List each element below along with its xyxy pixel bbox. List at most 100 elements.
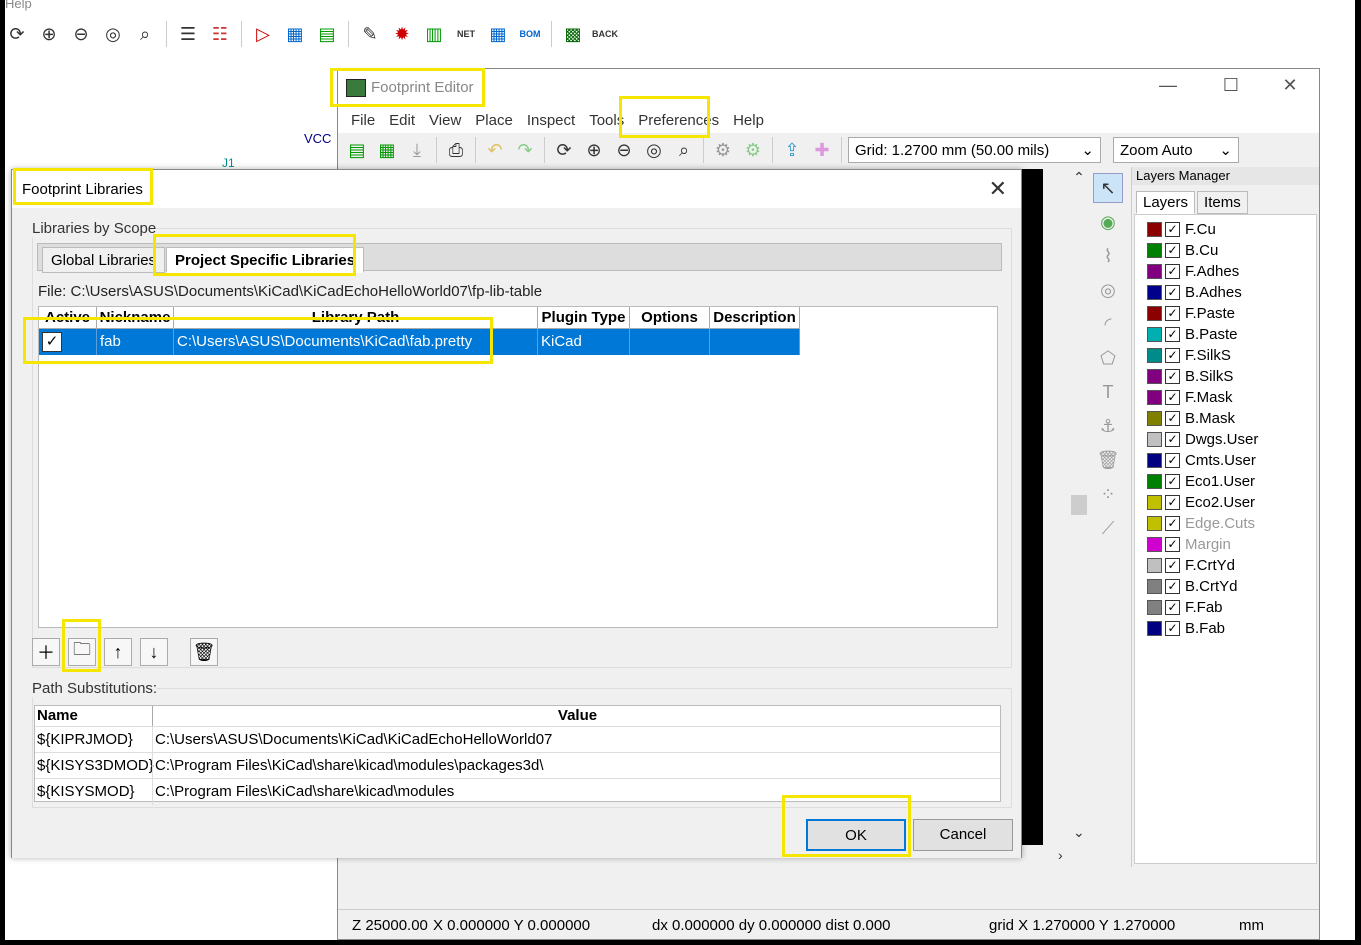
close-icon[interactable]: ✕	[1270, 75, 1310, 101]
menu-preferences[interactable]: Preferences	[631, 112, 726, 129]
menu-inspect[interactable]: Inspect	[520, 112, 582, 129]
sim-icon[interactable]: ▦	[282, 21, 308, 47]
add-line-icon[interactable]: ⌇	[1093, 241, 1123, 271]
layer-row[interactable]: ✓ Eco2.User	[1135, 492, 1316, 513]
add-pad-icon[interactable]: ◉	[1093, 207, 1123, 237]
menu-place[interactable]: Place	[468, 112, 520, 129]
library-table[interactable]: Active Nickname Library Path Plugin Type…	[38, 306, 998, 628]
scrollbar-thumb[interactable]	[1071, 495, 1087, 515]
table-row[interactable]: ${KISYSMOD} C:\Program Files\KiCad\share…	[35, 778, 1000, 805]
zoom-in-icon[interactable]: ⊕	[581, 137, 607, 163]
layer-color-swatch[interactable]	[1147, 579, 1162, 594]
layer-visibility-checkbox[interactable]: ✓	[1165, 369, 1180, 384]
delete-icon[interactable]: 🗑	[1093, 445, 1123, 475]
layer-row[interactable]: ✓ B.Adhes	[1135, 282, 1316, 303]
chevron-down-icon[interactable]: ⌄	[1073, 824, 1085, 841]
undo-icon[interactable]: ↶	[482, 137, 508, 163]
layer-visibility-checkbox[interactable]: ✓	[1165, 516, 1180, 531]
table-row-nickname[interactable]: fab	[97, 329, 174, 355]
layer-visibility-checkbox[interactable]: ✓	[1165, 243, 1180, 258]
layer-visibility-checkbox[interactable]: ✓	[1165, 327, 1180, 342]
zoom-out-icon[interactable]: ⊖	[68, 21, 94, 47]
active-checkbox[interactable]: ✓	[42, 332, 62, 352]
erc-icon[interactable]: ▷	[250, 21, 276, 47]
layer-visibility-checkbox[interactable]: ✓	[1165, 222, 1180, 237]
layer-row[interactable]: ✓ F.Paste	[1135, 303, 1316, 324]
layer-row[interactable]: ✓ B.Fab	[1135, 618, 1316, 639]
zoom-out-icon[interactable]: ⊖	[611, 137, 637, 163]
layer-visibility-checkbox[interactable]: ✓	[1165, 348, 1180, 363]
layer-color-swatch[interactable]	[1147, 243, 1162, 258]
table-row[interactable]: ${KIPRJMOD} C:\Users\ASUS\Documents\KiCa…	[35, 726, 1000, 753]
layer-color-swatch[interactable]	[1147, 306, 1162, 321]
layer-row[interactable]: ✓ Eco1.User	[1135, 471, 1316, 492]
layer-color-swatch[interactable]	[1147, 537, 1162, 552]
chevron-right-icon[interactable]: ›	[1058, 847, 1063, 863]
layer-row[interactable]: ✓ F.CrtYd	[1135, 555, 1316, 576]
layer-row[interactable]: ✓ F.Adhes	[1135, 261, 1316, 282]
layer-color-swatch[interactable]	[1147, 411, 1162, 426]
layer-visibility-checkbox[interactable]: ✓	[1165, 600, 1180, 615]
footprint-assign-icon[interactable]: ▤	[314, 21, 340, 47]
new-footprint-wizard-icon[interactable]: ▦	[374, 137, 400, 163]
add-circle-icon[interactable]: ◎	[1093, 275, 1123, 305]
bom-icon[interactable]: BOM	[517, 21, 543, 47]
layer-visibility-checkbox[interactable]: ✓	[1165, 474, 1180, 489]
layer-row[interactable]: ✓ Cmts.User	[1135, 450, 1316, 471]
new-footprint-icon[interactable]: ▤	[344, 137, 370, 163]
back-icon[interactable]: BACK	[592, 21, 618, 47]
add-polygon-icon[interactable]: ⬠	[1093, 343, 1123, 373]
tab-items[interactable]: Items	[1197, 191, 1248, 214]
layer-row[interactable]: ✓ F.Cu	[1135, 219, 1316, 240]
layer-color-swatch[interactable]	[1147, 285, 1162, 300]
layer-color-swatch[interactable]	[1147, 390, 1162, 405]
delete-library-button[interactable]: 🗑	[190, 638, 218, 666]
zoom-fit-icon[interactable]: ◎	[100, 21, 126, 47]
canvas-vertical-scrollbar[interactable]: ⌃ ⌄	[1071, 169, 1087, 849]
browse-folder-button[interactable]: 🗀	[68, 638, 96, 666]
menu-edit[interactable]: Edit	[382, 112, 422, 129]
col-options[interactable]: Options	[630, 307, 710, 329]
zoom-selection-icon[interactable]: ⌕	[671, 137, 697, 163]
col-active[interactable]: Active	[39, 307, 97, 329]
table-row[interactable]: ${KISYS3DMOD} C:\Program Files\KiCad\sha…	[35, 752, 1000, 779]
measure-icon[interactable]: ⟋	[1093, 513, 1123, 543]
grid-select[interactable]: Grid: 1.2700 mm (50.00 mils) ⌄	[848, 137, 1101, 163]
layer-visibility-checkbox[interactable]: ✓	[1165, 621, 1180, 636]
layer-row[interactable]: ✓ Dwgs.User	[1135, 429, 1316, 450]
cancel-button[interactable]: Cancel	[913, 819, 1013, 851]
layer-row[interactable]: ✓ Edge.Cuts	[1135, 513, 1316, 534]
layer-color-swatch[interactable]	[1147, 516, 1162, 531]
layer-visibility-checkbox[interactable]: ✓	[1165, 285, 1180, 300]
rotate-icon[interactable]: ⟳	[4, 21, 30, 47]
layer-row[interactable]: ✓ B.Cu	[1135, 240, 1316, 261]
menu-help[interactable]: Help	[726, 112, 771, 129]
layer-visibility-checkbox[interactable]: ✓	[1165, 432, 1180, 447]
add-library-button[interactable]: ＋	[32, 638, 60, 666]
grid-table-icon[interactable]: ▦	[485, 21, 511, 47]
layer-color-swatch[interactable]	[1147, 558, 1162, 573]
layer-visibility-checkbox[interactable]: ✓	[1165, 453, 1180, 468]
tab-layers[interactable]: Layers	[1136, 191, 1196, 214]
ok-button[interactable]: OK	[806, 819, 906, 851]
layer-color-swatch[interactable]	[1147, 264, 1162, 279]
layer-row[interactable]: ✓ Margin	[1135, 534, 1316, 555]
move-up-button[interactable]: ↑	[104, 638, 132, 666]
maximize-icon[interactable]: ☐	[1211, 75, 1251, 101]
layer-visibility-checkbox[interactable]: ✓	[1165, 495, 1180, 510]
netlist-icon[interactable]: ☰	[175, 21, 201, 47]
zoom-selection-icon[interactable]: ⌕	[132, 21, 158, 47]
layer-row[interactable]: ✓ F.Fab	[1135, 597, 1316, 618]
add-text-icon[interactable]: T	[1093, 377, 1123, 407]
layer-row[interactable]: ✓ B.Paste	[1135, 324, 1316, 345]
layer-color-swatch[interactable]	[1147, 348, 1162, 363]
layer-color-swatch[interactable]	[1147, 432, 1162, 447]
edit-symbol-icon[interactable]: ✎	[357, 21, 383, 47]
check-footprint-icon[interactable]: ⚙	[740, 137, 766, 163]
select-arrow-icon[interactable]: ↖	[1093, 173, 1123, 203]
layer-row[interactable]: ✓ F.Mask	[1135, 387, 1316, 408]
anchor-icon[interactable]: ⚓	[1093, 411, 1123, 441]
bg-menu-help[interactable]: Help	[5, 0, 65, 12]
table-row-options[interactable]	[630, 329, 710, 355]
bus-icon[interactable]: ▥	[421, 21, 447, 47]
